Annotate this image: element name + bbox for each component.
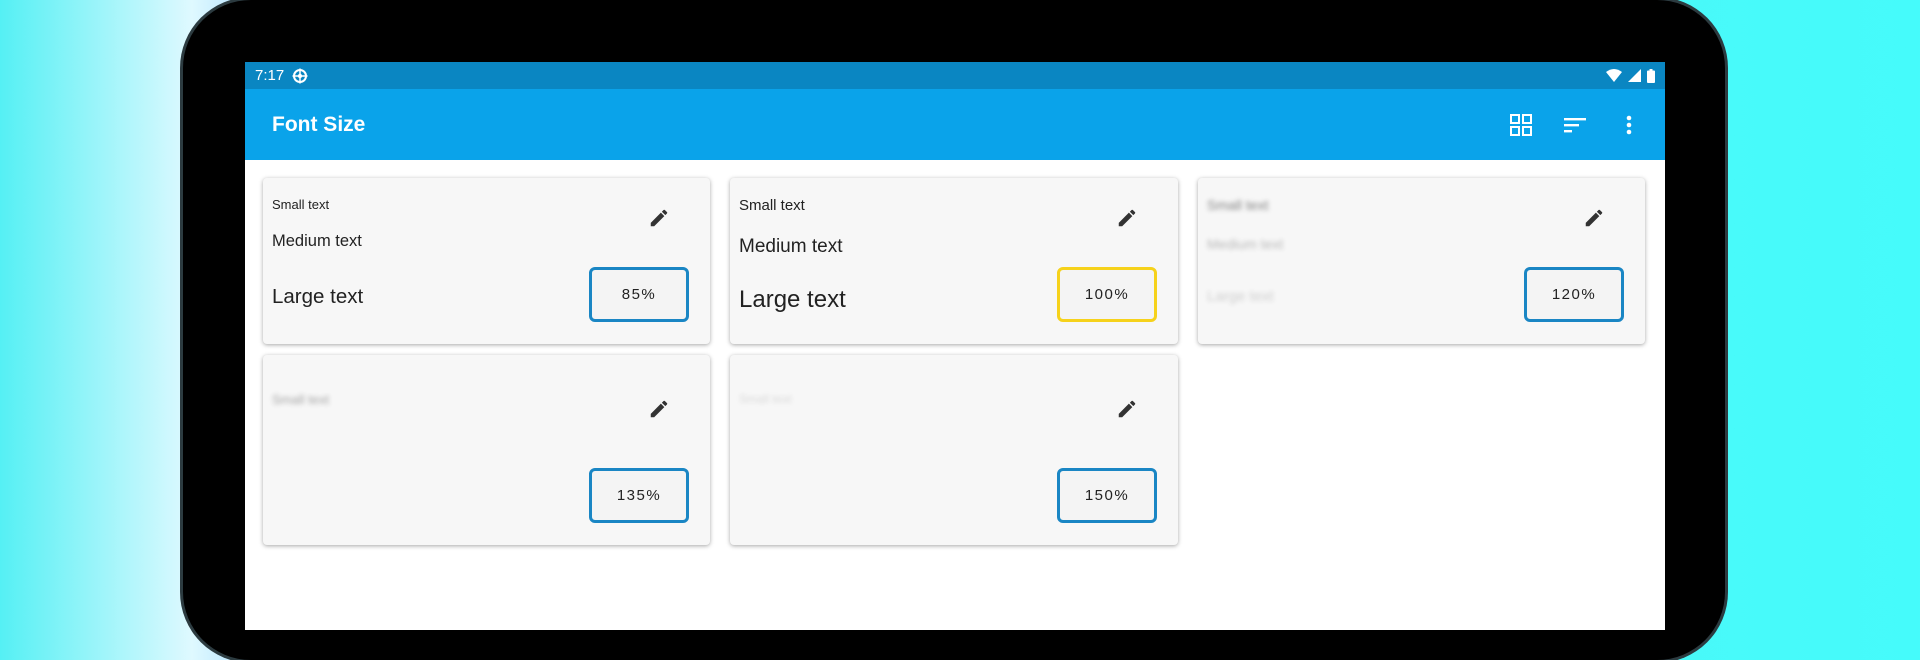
pencil-icon <box>650 209 668 227</box>
sample-large-text: Large text <box>739 286 846 313</box>
settings-gear-icon <box>292 68 308 83</box>
edit-button[interactable] <box>1111 393 1143 425</box>
sort-button[interactable] <box>1561 111 1589 139</box>
sort-icon <box>1564 117 1586 132</box>
size-option-button[interactable]: 150% <box>1057 468 1157 523</box>
page-title: Font Size <box>272 112 366 136</box>
sample-small-text: Small text <box>739 197 805 214</box>
size-option-button-selected[interactable]: 100% <box>1057 267 1157 322</box>
edit-button[interactable] <box>1578 202 1610 234</box>
sample-small-text: Small text <box>739 392 792 406</box>
font-size-card-85[interactable]: Small text Medium text Large text 85% <box>263 178 710 344</box>
font-size-card-100[interactable]: Small text Medium text Large text 100% <box>730 178 1178 344</box>
wifi-icon <box>1606 68 1622 82</box>
font-size-card-135[interactable]: Small text 135% <box>263 355 710 545</box>
sample-large-text: Large text <box>272 285 364 308</box>
cell-signal-icon <box>1628 69 1641 82</box>
app-bar: Font Size <box>245 89 1665 160</box>
size-option-button[interactable]: 85% <box>589 267 689 322</box>
device-screen: 7:17 Font Size Small text Medium text La… <box>245 62 1665 630</box>
pencil-icon <box>1118 400 1136 418</box>
sample-small-text: Small text <box>1207 197 1269 213</box>
edit-button[interactable] <box>643 393 675 425</box>
sample-large-text: Large text <box>1207 288 1274 305</box>
grid-view-button[interactable] <box>1507 111 1535 139</box>
status-bar: 7:17 <box>245 62 1665 89</box>
sample-medium-text: Medium text <box>739 236 843 257</box>
status-time: 7:17 <box>255 67 285 84</box>
more-vert-icon <box>1626 115 1632 134</box>
font-size-card-120[interactable]: Small text Medium text Large text 120% <box>1198 178 1645 344</box>
font-size-card-150[interactable]: Small text 150% <box>730 355 1178 545</box>
sample-medium-text: Medium text <box>1207 236 1284 252</box>
more-options-button[interactable] <box>1615 111 1643 139</box>
sample-small-text: Small text <box>272 392 330 407</box>
pencil-icon <box>1118 209 1136 227</box>
sample-small-text: Small text <box>272 197 330 212</box>
grid-view-icon <box>1510 113 1532 136</box>
sample-medium-text: Medium text <box>272 232 362 250</box>
edit-button[interactable] <box>1111 202 1143 234</box>
edit-button[interactable] <box>643 202 675 234</box>
pencil-icon <box>650 400 668 418</box>
size-option-button[interactable]: 135% <box>589 468 689 523</box>
pencil-icon <box>1585 209 1603 227</box>
size-option-button[interactable]: 120% <box>1524 267 1624 322</box>
battery-icon <box>1647 68 1655 83</box>
